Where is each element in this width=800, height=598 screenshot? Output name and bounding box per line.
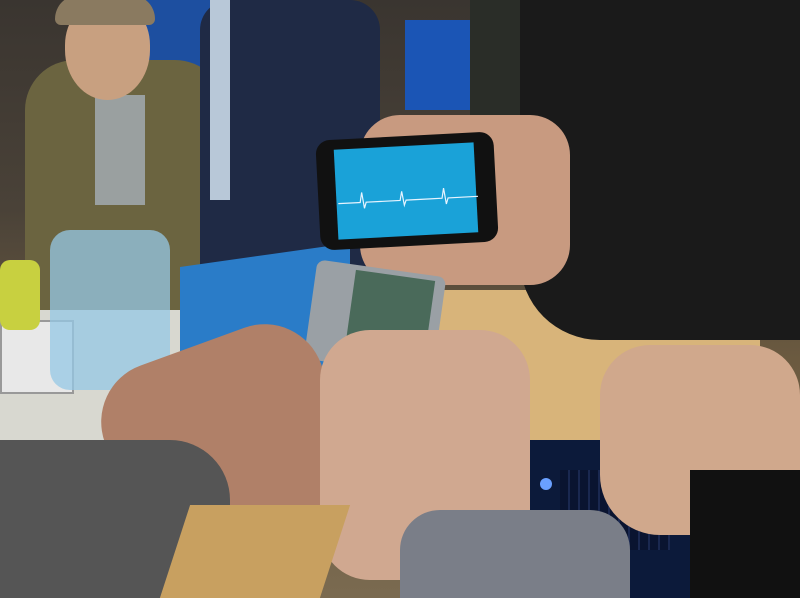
person-shirt <box>210 0 230 200</box>
laptop-indicator-light <box>540 478 552 490</box>
bottle <box>0 260 40 330</box>
photo-scene <box>0 0 800 598</box>
sleeve-grey <box>400 510 630 598</box>
background-blue-bin <box>405 20 475 110</box>
man-shirt <box>95 95 145 205</box>
man-hair <box>55 0 155 25</box>
dark-sleeve-bottom-right <box>690 470 800 598</box>
cardboard-box <box>159 505 351 598</box>
